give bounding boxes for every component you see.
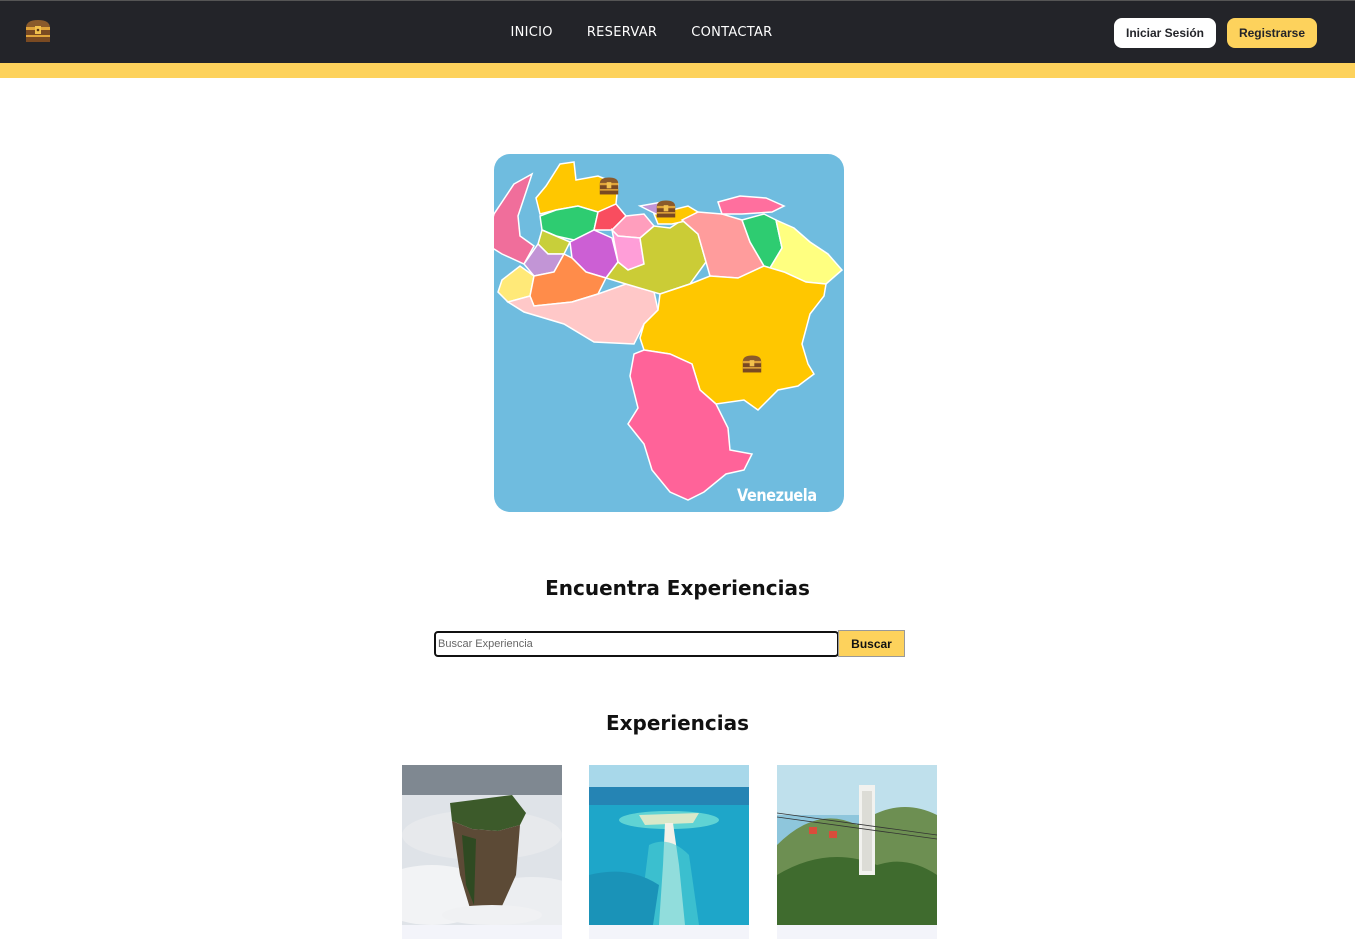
nav-item-inicio[interactable]: INICIO — [493, 1, 569, 64]
register-button[interactable]: Registrarse — [1227, 18, 1317, 48]
search-input[interactable] — [434, 631, 839, 657]
search-title: Encuentra Experiencias — [545, 576, 810, 600]
search-button[interactable]: Buscar — [838, 630, 905, 657]
nav-item-contactar[interactable]: CONTACTAR — [674, 1, 789, 64]
experience-image — [589, 765, 749, 925]
experience-image — [777, 765, 937, 925]
experience-image — [402, 765, 562, 925]
map-marker-icon[interactable] — [655, 199, 677, 219]
map-label: Venezuela — [737, 486, 817, 506]
map-marker-icon[interactable] — [598, 176, 620, 196]
navbar: INICIO RESERVAR CONTACTAR Iniciar Sesión… — [0, 0, 1355, 63]
login-button[interactable]: Iniciar Sesión — [1114, 18, 1216, 48]
experience-card[interactable] — [589, 765, 749, 939]
experience-card[interactable] — [402, 765, 562, 939]
nav-item-reservar[interactable]: RESERVAR — [570, 1, 674, 64]
accent-band — [0, 63, 1355, 78]
experiences-title: Experiencias — [605, 711, 750, 735]
experience-card[interactable] — [777, 765, 937, 939]
map-marker-icon[interactable] — [741, 354, 763, 374]
